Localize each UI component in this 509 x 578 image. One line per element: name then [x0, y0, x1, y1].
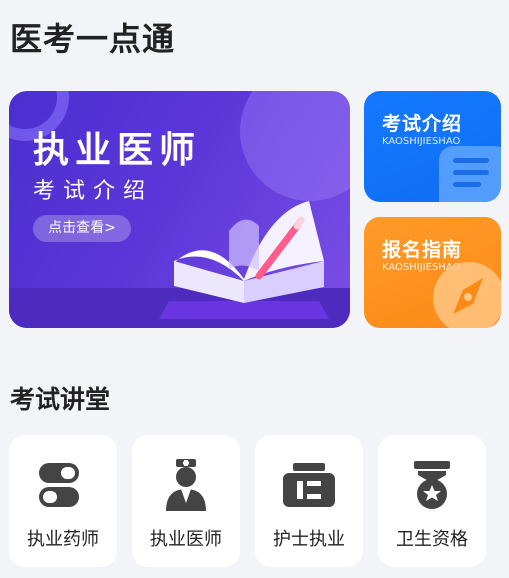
tile-health-qualification[interactable]: 卫生资格	[378, 435, 486, 567]
app-title: 医考一点通	[10, 20, 176, 58]
tile-label: 卫生资格	[396, 529, 468, 550]
section-title: 考试讲堂	[10, 385, 111, 414]
list-icon	[439, 146, 501, 202]
banner-subtitle: 考试介绍	[33, 179, 154, 204]
tile-licensed-physician[interactable]: 执业医师	[132, 435, 240, 567]
banner-decoration	[240, 91, 350, 201]
tile-label: 执业药师	[27, 529, 99, 550]
exam-intro-banner[interactable]: 执业医师 考试介绍 点击查看>	[9, 91, 350, 328]
open-book-icon	[159, 201, 329, 319]
card-title: 报名指南	[382, 239, 463, 261]
tile-label: 执业医师	[150, 529, 222, 550]
pill-icon	[39, 463, 79, 507]
tile-nurse-practice[interactable]: 护士执业	[255, 435, 363, 567]
doctor-icon	[166, 459, 206, 511]
registration-guide-card[interactable]: 报名指南 KAOSHIJIESHAO	[364, 217, 501, 328]
card-title: 考试介绍	[382, 113, 463, 135]
tile-label: 护士执业	[273, 529, 345, 550]
tile-licensed-pharmacist[interactable]: 执业药师	[9, 435, 117, 567]
medal-icon	[414, 461, 450, 509]
nurse-cap-icon	[283, 463, 335, 507]
view-details-button[interactable]: 点击查看>	[33, 215, 131, 242]
exam-intro-card[interactable]: 考试介绍 KAOSHIJIESHAO	[364, 91, 501, 202]
banner-title: 执业医师	[33, 130, 202, 171]
compass-icon	[433, 262, 501, 328]
